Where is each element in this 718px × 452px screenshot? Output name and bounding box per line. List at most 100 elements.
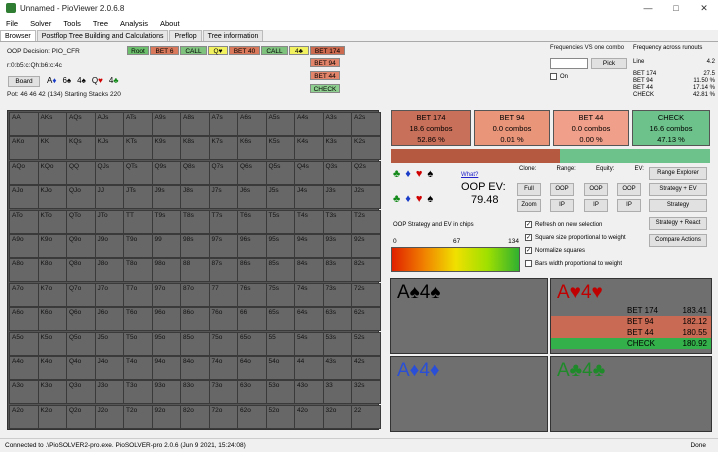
range-explorer-button[interactable]: Range Explorer	[649, 167, 707, 180]
hand-cell[interactable]: 42o	[294, 404, 324, 429]
hand-cell[interactable]: K3s	[322, 136, 353, 161]
hand-cell[interactable]: A2s	[351, 112, 381, 136]
hand-cell[interactable]: J3s	[322, 185, 353, 210]
combo-panel-diamonds[interactable]: A♦4♦	[390, 356, 548, 432]
hand-cell[interactable]: J2o	[94, 404, 125, 429]
hand-cell[interactable]: 75o	[208, 331, 239, 356]
hand-cell[interactable]: 32s	[351, 380, 381, 405]
heart-icon[interactable]: ♥	[416, 168, 423, 180]
hand-cell[interactable]: K5s	[265, 136, 296, 161]
hand-cell[interactable]: AJs	[94, 112, 125, 136]
hand-cell[interactable]: K8o	[37, 258, 68, 283]
hand-cell[interactable]: A6o	[9, 307, 39, 332]
equity-ip-button[interactable]: IP	[584, 199, 608, 212]
hand-cell[interactable]: A4s	[294, 112, 324, 136]
hand-cell[interactable]: J5s	[265, 185, 296, 210]
hand-cell[interactable]: 72s	[351, 282, 381, 307]
board-button[interactable]: Board	[8, 76, 40, 87]
hand-cell[interactable]: AKo	[9, 136, 39, 161]
hand-cell[interactable]: A7o	[9, 282, 39, 307]
freq-combo-input[interactable]	[550, 58, 588, 69]
menu-solver[interactable]: Solver	[24, 19, 57, 28]
hand-cell[interactable]: 65o	[237, 331, 267, 356]
hand-cell[interactable]: 72o	[208, 404, 239, 429]
hand-cell[interactable]: 94o	[151, 356, 182, 380]
hand-cell[interactable]: T4s	[294, 209, 324, 234]
hand-cell[interactable]: A8o	[9, 258, 39, 283]
hand-cell[interactable]: 92s	[351, 234, 381, 258]
hand-cell[interactable]: Q5o	[66, 331, 96, 356]
hand-cell[interactable]: JTo	[94, 209, 125, 234]
hand-cell[interactable]: 43o	[294, 380, 324, 405]
action-box-bet94[interactable]: BET 94 0.0 combos 0.01 %	[474, 110, 550, 146]
hand-cell[interactable]: K7s	[208, 136, 239, 161]
hand-cell[interactable]: 92o	[151, 404, 182, 429]
hand-cell[interactable]: 82o	[180, 404, 210, 429]
suit-filter-top[interactable]: ♣ ♦ ♥ ♠	[393, 168, 433, 180]
hand-cell[interactable]: 33	[322, 380, 353, 405]
hand-cell[interactable]: Q7s	[208, 160, 239, 185]
hand-cell[interactable]: 73o	[208, 380, 239, 405]
hand-cell[interactable]: 53s	[322, 331, 353, 356]
tree-node-bet44[interactable]: BET 44	[310, 71, 340, 80]
hand-cell[interactable]: A2o	[9, 404, 39, 429]
hand-cell[interactable]: 76s	[237, 282, 267, 307]
hand-cell[interactable]: K2s	[351, 136, 381, 161]
bars-width-checkbox[interactable]: Bars width proportional to weight	[525, 260, 622, 267]
hand-cell[interactable]: 86o	[180, 307, 210, 332]
hand-cell[interactable]: Q8o	[66, 258, 96, 283]
hand-cell[interactable]: AQs	[66, 112, 96, 136]
hand-cell[interactable]: J8s	[180, 185, 210, 210]
hand-cell[interactable]: J3o	[94, 380, 125, 405]
hand-cell[interactable]: Q4o	[66, 356, 96, 380]
hand-cell[interactable]: J8o	[94, 258, 125, 283]
hand-cell[interactable]: QTs	[123, 160, 153, 185]
hand-cell[interactable]: 82s	[351, 258, 381, 283]
hand-cell[interactable]: J9s	[151, 185, 182, 210]
menu-file[interactable]: File	[0, 19, 24, 28]
hand-cell[interactable]: A4o	[9, 356, 39, 380]
hand-cell[interactable]: AA	[9, 112, 39, 136]
tree-node-bet40[interactable]: BET 40	[229, 46, 260, 55]
hand-cell[interactable]: 86s	[237, 258, 267, 283]
hand-cell[interactable]: 44	[294, 356, 324, 380]
hand-cell[interactable]: ATs	[123, 112, 153, 136]
hand-cell[interactable]: A6s	[237, 112, 267, 136]
range-ip-button[interactable]: IP	[550, 199, 574, 212]
hand-cell[interactable]: 95o	[151, 331, 182, 356]
hand-cell[interactable]: J5o	[94, 331, 125, 356]
square-size-checkbox[interactable]: ✓ Square size proportional to weight	[525, 234, 626, 241]
hand-cell[interactable]: A3s	[322, 112, 353, 136]
hand-cell[interactable]: KJo	[37, 185, 68, 210]
hand-cell[interactable]: 88	[180, 258, 210, 283]
pick-button[interactable]: Pick	[591, 58, 627, 69]
hand-cell[interactable]: A9s	[151, 112, 182, 136]
hand-cell[interactable]: 62o	[237, 404, 267, 429]
strategy-button[interactable]: Strategy	[649, 199, 707, 212]
hand-cell[interactable]: J7s	[208, 185, 239, 210]
hand-cell[interactable]: A5o	[9, 331, 39, 356]
hand-cell[interactable]: 22	[351, 404, 381, 429]
club-icon[interactable]: ♣	[393, 193, 400, 205]
menu-tools[interactable]: Tools	[57, 19, 87, 28]
range-oop-button[interactable]: OOP	[550, 183, 574, 196]
hand-cell[interactable]: Q3o	[66, 380, 96, 405]
strategy-ev-button[interactable]: Strategy + EV	[649, 183, 707, 196]
hand-cell[interactable]: 98s	[180, 234, 210, 258]
maximize-icon[interactable]: □	[662, 0, 690, 16]
hand-cell[interactable]: T6o	[123, 307, 153, 332]
hand-cell[interactable]: Q6o	[66, 307, 96, 332]
hand-cell[interactable]: 84s	[294, 258, 324, 283]
hand-cell[interactable]: QQ	[66, 160, 96, 185]
hand-cell[interactable]: 77	[208, 282, 239, 307]
ev-oop-button[interactable]: OOP	[617, 183, 641, 196]
action-box-bet174[interactable]: BET 174 18.6 combos 52.86 %	[391, 110, 471, 146]
hand-cell[interactable]: 52o	[265, 404, 296, 429]
hand-cell[interactable]: 73s	[322, 282, 353, 307]
hand-cell[interactable]: AKs	[37, 112, 68, 136]
tree-node-call-2[interactable]: CALL	[261, 46, 288, 55]
combo-panel-hearts[interactable]: A♥4♥ BET 174 183.41 BET 94 182.12 BET 44 18…	[550, 278, 712, 354]
suit-filter-bottom[interactable]: ♣ ♦ ♥ ♠	[393, 193, 433, 205]
hand-cell[interactable]: K6s	[237, 136, 267, 161]
hand-cell[interactable]: TT	[123, 209, 153, 234]
